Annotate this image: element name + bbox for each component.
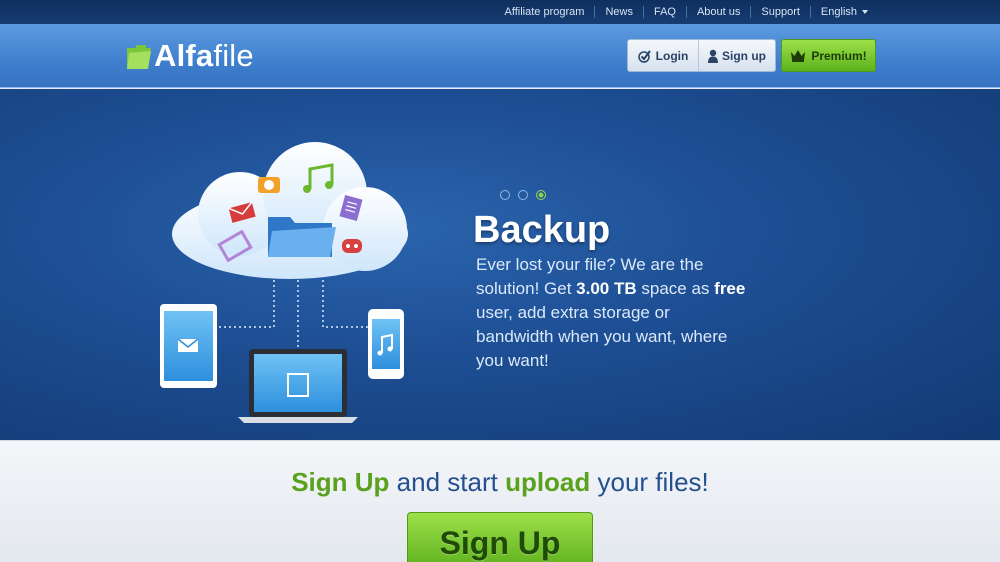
language-label: English	[820, 6, 857, 18]
logo-wordmark: Alfafile	[154, 38, 254, 73]
login-button[interactable]: Login	[628, 40, 699, 71]
nav-link-faq[interactable]: FAQ	[644, 0, 686, 24]
signup-label: Sign up	[722, 48, 766, 63]
slide-dot-2[interactable]	[518, 190, 528, 200]
top-utility-bar: Affiliate program News FAQ About us Supp…	[0, 0, 1000, 24]
nav-link-news[interactable]: News	[595, 0, 643, 24]
folder-logo-icon	[127, 45, 151, 69]
phone-icon	[368, 309, 404, 379]
hero-title: Backup	[473, 209, 611, 251]
camera-icon	[258, 177, 280, 193]
nav-link-affiliate-program[interactable]: Affiliate program	[495, 0, 595, 24]
chevron-down-icon	[862, 10, 868, 15]
site-header: Alfafile Login Sign up Premium!	[0, 24, 1000, 88]
gamepad-icon	[342, 239, 362, 253]
hero-slider: Backup Ever lost your file? We are the s…	[0, 89, 1000, 440]
folder-icon	[268, 217, 336, 257]
crown-icon	[791, 50, 806, 62]
logo[interactable]: Alfafile	[126, 39, 254, 73]
nav-link-support[interactable]: Support	[751, 0, 810, 24]
login-label: Login	[655, 48, 689, 63]
cloud-devices-illustration	[160, 142, 408, 423]
slide-dot-1[interactable]	[500, 190, 510, 200]
tablet-icon	[160, 304, 217, 388]
auth-buttons: Login Sign up	[627, 39, 776, 72]
slider-pagination	[500, 190, 554, 200]
signup-tagline: Sign Up and start upload your files!	[291, 467, 709, 497]
top-nav: Affiliate program News FAQ About us Supp…	[495, 0, 878, 24]
cloud-icon	[172, 142, 408, 279]
hero-description: Ever lost your file? We are the solution…	[476, 255, 746, 370]
premium-button[interactable]: Premium!	[781, 39, 876, 72]
signup-button[interactable]: Sign up	[699, 40, 775, 71]
signup-cta-button[interactable]: Sign Up	[407, 512, 593, 562]
premium-label: Premium!	[811, 48, 867, 63]
checkmark-icon	[637, 49, 651, 63]
slide-dot-3[interactable]	[536, 190, 546, 200]
language-selector[interactable]: English	[811, 0, 878, 24]
user-icon	[708, 49, 718, 63]
nav-link-about-us[interactable]: About us	[687, 0, 750, 24]
signup-band: Sign Up and start upload your files! Sig…	[0, 440, 1000, 562]
laptop-icon	[238, 349, 358, 423]
